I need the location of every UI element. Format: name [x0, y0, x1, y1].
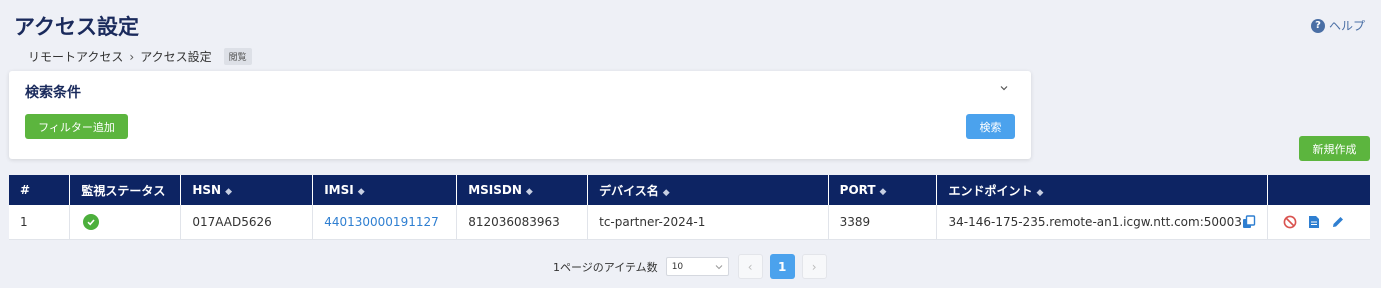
- page-button-current[interactable]: 1: [769, 254, 795, 279]
- sort-icon[interactable]: ◆: [1037, 188, 1044, 198]
- question-icon: ?: [1310, 18, 1325, 33]
- items-per-page-label: 1ページのアイテム数: [553, 260, 658, 274]
- column-header-imsi[interactable]: IMSI ◆: [312, 175, 458, 205]
- page-size-select[interactable]: 10: [665, 257, 729, 276]
- cell-port: 3389: [828, 205, 938, 240]
- imsi-link[interactable]: 440130000191127: [324, 215, 439, 229]
- column-header-msisdn[interactable]: MSISDN ◆: [456, 175, 589, 205]
- cell-index: 1: [9, 205, 71, 240]
- chevron-down-icon[interactable]: [999, 83, 1009, 93]
- help-link[interactable]: ? ヘルプ: [1310, 17, 1365, 34]
- add-filter-button[interactable]: フィルター追加: [25, 114, 128, 139]
- page-size-value: 10: [671, 261, 684, 272]
- chevron-down-icon: [715, 264, 723, 269]
- column-header-endpoint[interactable]: エンドポイント ◆: [936, 175, 1269, 205]
- access-settings-table: # 監視ステータス HSN ◆ IMSI ◆ MSISDN ◆ デバイス名 ◆ PORT…: [9, 175, 1370, 240]
- column-header-hsn[interactable]: HSN ◆: [180, 175, 314, 205]
- search-panel-title: 検索条件: [25, 85, 81, 101]
- check-circle-icon: [83, 213, 100, 230]
- prev-page-button[interactable]: ‹: [737, 254, 763, 279]
- document-icon[interactable]: [1308, 215, 1320, 229]
- cell-imsi: 440130000191127: [312, 205, 458, 240]
- table-row: 1 017AAD5626 440130000191127 81203608396…: [9, 205, 1370, 240]
- column-header-actions: [1267, 175, 1370, 205]
- pagination: 1ページのアイテム数 10 ‹ 1 ›: [553, 254, 827, 279]
- page-title: アクセス設定: [14, 15, 139, 39]
- disable-icon[interactable]: [1283, 215, 1297, 229]
- help-label: ヘルプ: [1328, 19, 1365, 33]
- cell-hsn: 017AAD5626: [180, 205, 314, 240]
- cell-status: [69, 205, 182, 240]
- table-header-row: # 監視ステータス HSN ◆ IMSI ◆ MSISDN ◆ デバイス名 ◆ PORT…: [9, 175, 1370, 205]
- column-header-index: #: [9, 175, 71, 205]
- search-panel: 検索条件 フィルター追加 検索: [9, 71, 1031, 159]
- edit-pencil-icon[interactable]: [1331, 215, 1345, 229]
- column-header-port[interactable]: PORT ◆: [828, 175, 938, 205]
- sort-icon[interactable]: ◆: [880, 187, 887, 197]
- column-header-device-name[interactable]: デバイス名 ◆: [587, 175, 829, 205]
- cell-actions: [1267, 205, 1370, 240]
- sort-icon[interactable]: ◆: [663, 188, 670, 198]
- endpoint-text: 34-146-175-235.remote-an1.icgw.ntt.com:5…: [948, 214, 1242, 229]
- breadcrumb-remote-access[interactable]: リモートアクセス: [28, 48, 123, 65]
- chevron-right-icon: ›: [129, 49, 135, 64]
- next-page-button[interactable]: ›: [801, 254, 827, 279]
- breadcrumb-access-settings: アクセス設定: [140, 50, 212, 64]
- sort-icon[interactable]: ◆: [225, 187, 232, 197]
- cell-msisdn: 812036083963: [456, 205, 589, 240]
- copy-icon[interactable]: [1242, 215, 1256, 229]
- create-new-button[interactable]: 新規作成: [1299, 136, 1370, 161]
- breadcrumb: リモートアクセス › アクセス設定 閲覧: [28, 48, 252, 65]
- search-button[interactable]: 検索: [966, 114, 1015, 139]
- sort-icon[interactable]: ◆: [526, 187, 533, 197]
- sort-icon[interactable]: ◆: [358, 187, 365, 197]
- cell-device-name: tc-partner-2024-1: [587, 205, 829, 240]
- mode-badge: 閲覧: [223, 48, 252, 65]
- cell-endpoint: 34-146-175-235.remote-an1.icgw.ntt.com:5…: [936, 205, 1269, 240]
- column-header-status: 監視ステータス: [69, 175, 182, 205]
